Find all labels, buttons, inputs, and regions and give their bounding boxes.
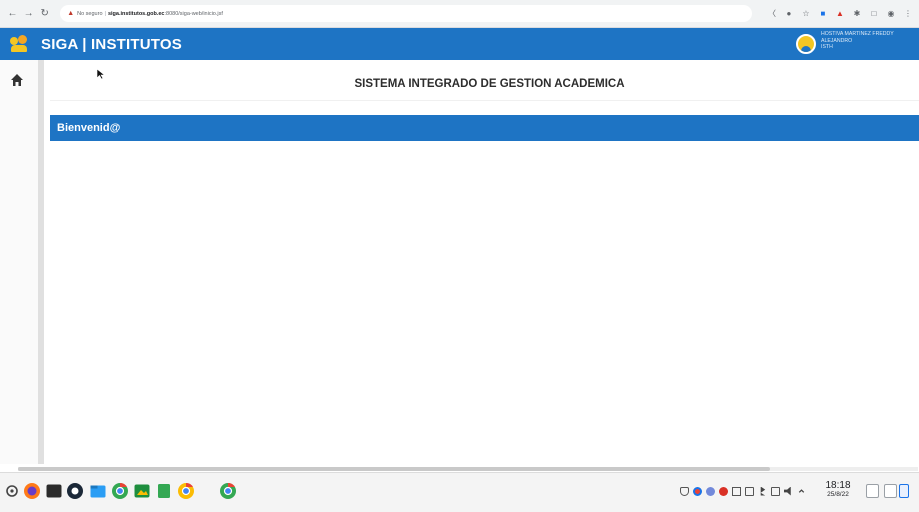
profile-icon[interactable]: ◉ [886, 9, 896, 19]
network-icon[interactable] [771, 486, 780, 496]
overflow-icon[interactable] [798, 489, 805, 493]
app-title: SIGA | INSTITUTOS [41, 35, 182, 53]
clock-date: 25/8/22 [827, 491, 849, 498]
scrollbar-thumb[interactable] [18, 467, 770, 471]
taskbar: 18:18 25/8/22 [0, 472, 919, 512]
page-title: SISTEMA INTEGRADO DE GESTION ACADEMICA [354, 78, 625, 90]
chrome-icon[interactable] [111, 482, 129, 500]
avatar[interactable] [796, 34, 816, 54]
url-path: :8080/siga-web/inicio.jsf [164, 10, 223, 17]
shield-icon[interactable] [680, 486, 689, 496]
files-icon[interactable] [89, 482, 107, 500]
terminal-icon[interactable] [45, 482, 63, 500]
main-content: SISTEMA INTEGRADO DE GESTION ACADEMICA B… [50, 60, 919, 464]
notifications-icon[interactable] [866, 484, 879, 498]
zoom-icon[interactable]: ● [784, 9, 794, 19]
user-name-line: HOSTIVA MARTINEZ FREDDY [821, 31, 894, 37]
color-wheel-icon[interactable] [693, 486, 702, 496]
clipboard-icon[interactable] [745, 486, 754, 496]
left-sidebar [0, 60, 44, 464]
steam-icon[interactable] [66, 482, 84, 500]
address-bar[interactable]: ▲ No seguro | siga.institutos.gob.ec :80… [60, 5, 752, 22]
title-divider [50, 100, 919, 101]
user-menu[interactable]: HOSTIVA MARTINEZ FREDDY ALEJANDRO ISTH [796, 31, 913, 54]
volume-icon[interactable] [784, 486, 791, 496]
app-header: SIGA | INSTITUTOS HOSTIVA MARTINEZ FREDD… [0, 28, 919, 60]
taskbar-clock[interactable]: 18:18 25/8/22 [818, 480, 858, 499]
extension-icon[interactable]: ■ [818, 9, 828, 19]
forward-arrow-icon[interactable]: → [22, 7, 35, 21]
bookmark-star-icon[interactable]: ☆ [801, 9, 811, 19]
user-name-block: HOSTIVA MARTINEZ FREDDY ALEJANDRO ISTH [821, 31, 913, 51]
browser-toolbar: ← → ↻ ▲ No seguro | siga.institutos.gob.… [0, 0, 919, 28]
reload-icon[interactable]: ↻ [38, 7, 51, 21]
browser-actions: 〈 ● ☆ ■ ▲ ✱ □ ◉ ⋮ [760, 9, 913, 19]
clock-time: 18:18 [825, 480, 851, 491]
url-separator: | [104, 10, 106, 17]
warning-icon: ▲ [67, 10, 75, 17]
app-tray-icon[interactable] [719, 486, 728, 496]
home-icon[interactable] [10, 73, 24, 87]
mouse-cursor-icon [96, 68, 106, 80]
puzzle-icon[interactable]: ✱ [852, 9, 862, 19]
sheets-icon[interactable] [155, 482, 173, 500]
menu-dots-icon[interactable]: ⋮ [903, 9, 913, 19]
security-label: No seguro [77, 10, 103, 17]
user-institute-line: ISTH [821, 44, 833, 51]
user-name-line: ALEJANDRO [821, 37, 853, 44]
chrome-icon-3[interactable] [219, 482, 237, 500]
welcome-label: Bienvenid@ [57, 122, 121, 134]
horizontal-scrollbar[interactable] [18, 467, 918, 471]
url-host: siga.institutos.gob.ec [107, 10, 165, 17]
photos-icon[interactable] [133, 482, 151, 500]
system-tray [680, 485, 810, 497]
firefox-icon[interactable] [23, 482, 41, 500]
show-desktop-icon-2[interactable] [899, 484, 909, 498]
keyboard-icon[interactable] [732, 486, 741, 496]
share-icon[interactable]: 〈 [767, 9, 777, 19]
sidebar-icon[interactable]: □ [869, 9, 879, 19]
chrome-icon-2[interactable] [177, 482, 195, 500]
extension-icon-2[interactable]: ▲ [835, 9, 845, 19]
discord-icon[interactable] [706, 486, 715, 496]
bluetooth-icon[interactable] [760, 486, 766, 496]
launcher-icon[interactable] [3, 482, 21, 500]
back-arrow-icon[interactable]: ← [6, 7, 19, 21]
siga-logo-icon [9, 34, 29, 54]
show-desktop-icon[interactable] [884, 484, 897, 498]
welcome-panel-header: Bienvenid@ [50, 115, 919, 141]
